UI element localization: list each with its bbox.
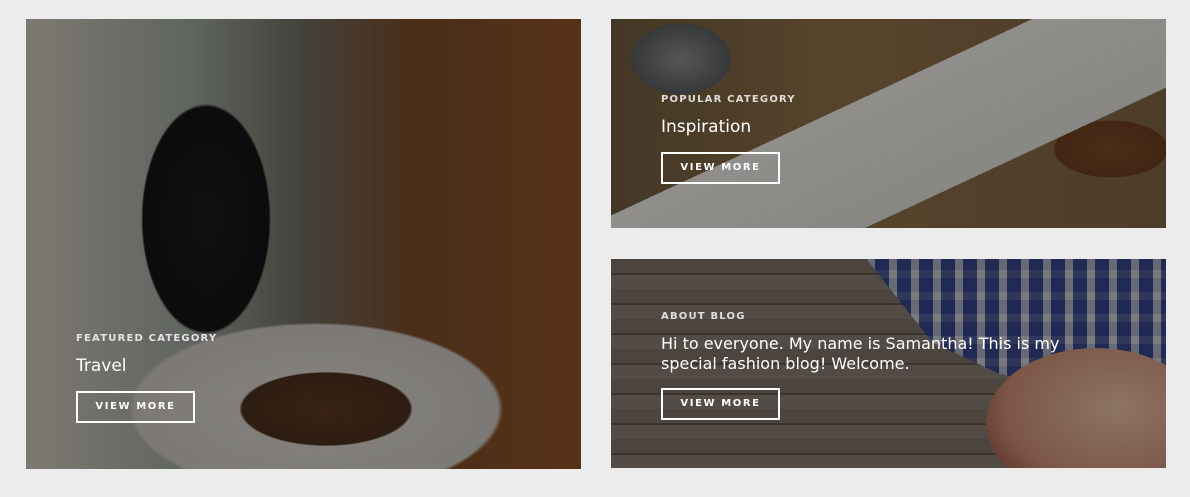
popular-view-more-button[interactable]: VIEW MORE	[661, 152, 780, 184]
about-blog-card[interactable]: ABOUT BLOG Hi to everyone. My name is Sa…	[611, 259, 1166, 468]
about-blog-text: Hi to everyone. My name is Samantha! Thi…	[661, 334, 1060, 373]
featured-category-content: FEATURED CATEGORY Travel VIEW MORE	[76, 333, 217, 423]
featured-category-card[interactable]: FEATURED CATEGORY Travel VIEW MORE	[26, 19, 581, 469]
featured-view-more-button[interactable]: VIEW MORE	[76, 391, 195, 423]
featured-category-title[interactable]: Travel	[76, 356, 217, 377]
about-view-more-button[interactable]: VIEW MORE	[661, 388, 780, 420]
popular-category-card[interactable]: POPULAR CATEGORY Inspiration VIEW MORE	[611, 19, 1166, 228]
about-blog-eyebrow: ABOUT BLOG	[661, 311, 746, 322]
popular-category-content: POPULAR CATEGORY Inspiration VIEW MORE	[661, 94, 796, 184]
about-blog-content: ABOUT BLOG Hi to everyone. My name is Sa…	[661, 311, 1101, 420]
popular-category-eyebrow: POPULAR CATEGORY	[661, 94, 796, 105]
category-grid: FEATURED CATEGORY Travel VIEW MORE POPUL…	[0, 0, 1190, 497]
featured-category-eyebrow: FEATURED CATEGORY	[76, 333, 218, 344]
popular-category-title[interactable]: Inspiration	[661, 117, 796, 138]
